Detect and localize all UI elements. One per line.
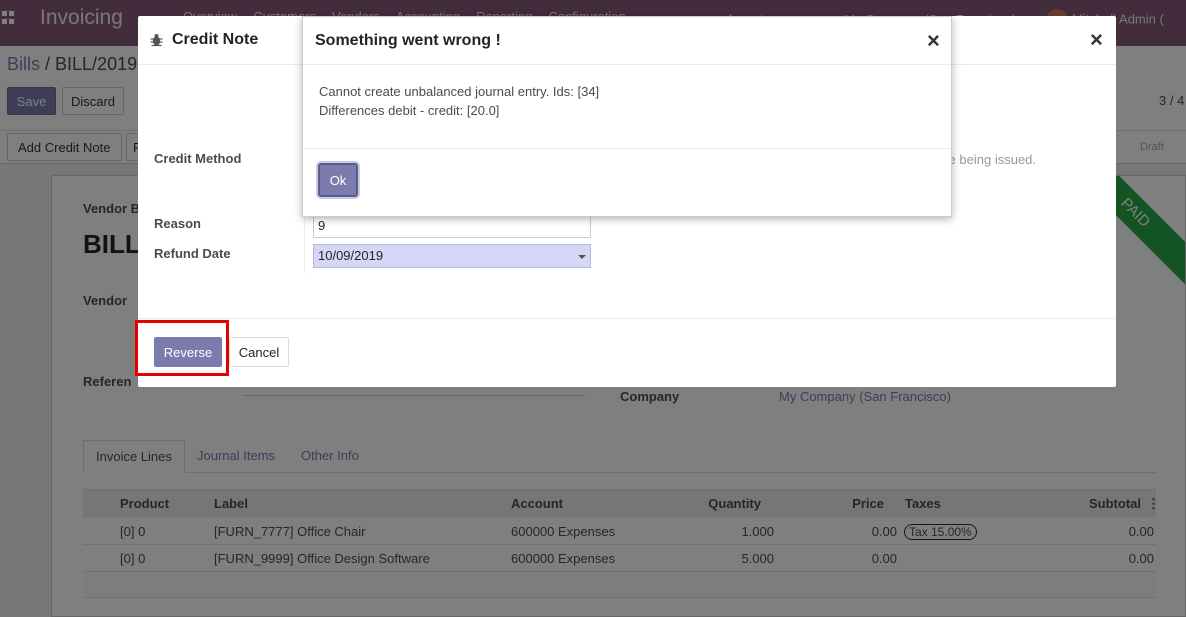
error-line-1: Cannot create unbalanced journal entry. … [319,84,600,99]
close-icon[interactable]: × [1090,29,1103,51]
error-dialog: Something went wrong ! × Cannot create u… [302,16,952,217]
error-message: Cannot create unbalanced journal entry. … [319,82,599,120]
error-title: Something went wrong ! [315,32,501,49]
cancel-button[interactable]: Cancel [229,337,289,367]
reverse-highlight-box [135,320,229,376]
credit-note-footer: Reverse Cancel [138,318,1116,387]
refund-date-input[interactable]: 10/09/2019 [313,244,591,268]
credit-note-title: Credit Note [172,31,259,48]
bug-icon [150,34,163,47]
credit-method-label: Credit Method [154,151,242,166]
error-line-2: Differences debit - credit: [20.0] [319,103,500,118]
reason-label: Reason [154,216,201,231]
error-footer: Ok [303,148,951,217]
refund-date-value: 10/09/2019 [318,248,384,263]
reason-input[interactable]: 9 [313,214,591,238]
refund-date-label: Refund Date [154,246,231,261]
ok-button[interactable]: Ok [318,163,358,197]
chevron-down-icon[interactable] [578,255,586,259]
error-header: Something went wrong ! × [303,17,951,65]
close-icon[interactable]: × [927,30,940,52]
